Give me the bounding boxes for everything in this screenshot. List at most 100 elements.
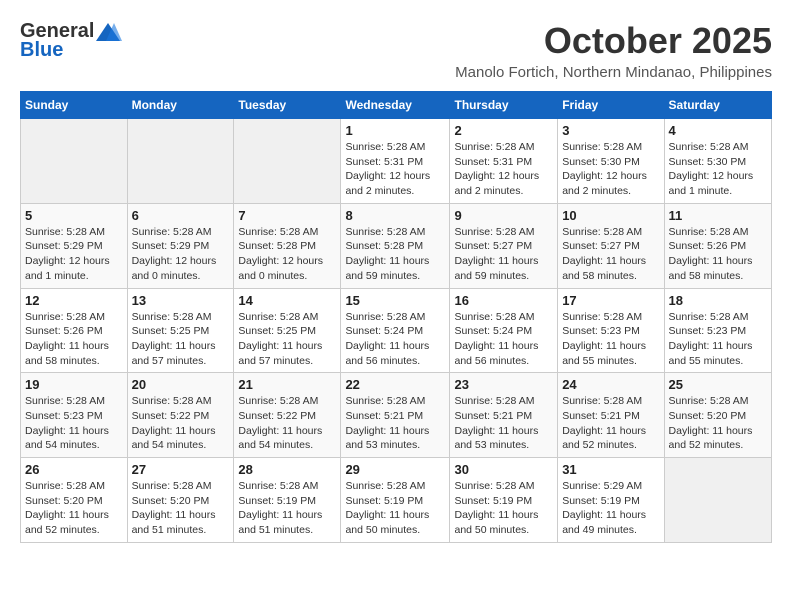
- day-info: Sunrise: 5:28 AM Sunset: 5:26 PM Dayligh…: [25, 310, 123, 369]
- page-header: General Blue October 2025 Manolo Fortich…: [20, 20, 772, 81]
- day-number: 5: [25, 208, 123, 223]
- table-row: 19Sunrise: 5:28 AM Sunset: 5:23 PM Dayli…: [21, 373, 128, 458]
- day-number: 4: [669, 123, 767, 138]
- title-section: October 2025 Manolo Fortich, Northern Mi…: [455, 20, 772, 81]
- table-row: 18Sunrise: 5:28 AM Sunset: 5:23 PM Dayli…: [664, 288, 771, 373]
- table-row: 23Sunrise: 5:28 AM Sunset: 5:21 PM Dayli…: [450, 373, 558, 458]
- table-row: 5 Sunrise: 5:28 AM Sunset: 5:29 PM Daylig…: [21, 203, 128, 288]
- day-info: Sunrise: 5:28 AM Sunset: 5:19 PM Dayligh…: [345, 479, 445, 538]
- table-row: 3Sunrise: 5:28 AM Sunset: 5:30 PM Daylig…: [558, 119, 664, 204]
- day-number: 29: [345, 462, 445, 477]
- day-number: 8: [345, 208, 445, 223]
- day-info: Sunrise: 5:28 AM Sunset: 5:28 PM Dayligh…: [238, 225, 336, 284]
- table-row: 27Sunrise: 5:28 AM Sunset: 5:20 PM Dayli…: [127, 458, 234, 543]
- day-info: Sunrise: 5:28 AM Sunset: 5:23 PM Dayligh…: [669, 310, 767, 369]
- table-row: 4 Sunrise: 5:28 AM Sunset: 5:30 PM Daylig…: [664, 119, 771, 204]
- day-number: 15: [345, 293, 445, 308]
- day-info: Sunrise: 5:28 AM Sunset: 5:20 PM Dayligh…: [25, 479, 123, 538]
- table-row: 22 Sunrise: 5:28 AM Sunset: 5:21 PM Dayli…: [341, 373, 450, 458]
- day-number: 20: [132, 377, 230, 392]
- table-row: 26Sunrise: 5:28 AM Sunset: 5:20 PM Dayli…: [21, 458, 128, 543]
- day-number: 23: [454, 377, 553, 392]
- day-number: 21: [238, 377, 336, 392]
- table-row: 16Sunrise: 5:28 AM Sunset: 5:24 PM Dayli…: [450, 288, 558, 373]
- table-row: [664, 458, 771, 543]
- day-number: 22: [345, 377, 445, 392]
- table-row: 15 Sunrise: 5:28 AM Sunset: 5:24 PM Dayli…: [341, 288, 450, 373]
- table-row: 21 Sunrise: 5:28 AM Sunset: 5:22 PM Dayli…: [234, 373, 341, 458]
- header-monday: Monday: [127, 92, 234, 119]
- calendar-week-row: 5 Sunrise: 5:28 AM Sunset: 5:29 PM Daylig…: [21, 203, 772, 288]
- calendar-week-row: 26Sunrise: 5:28 AM Sunset: 5:20 PM Dayli…: [21, 458, 772, 543]
- table-row: 1 Sunrise: 5:28 AM Sunset: 5:31 PM Daylig…: [341, 119, 450, 204]
- table-row: 2 Sunrise: 5:28 AM Sunset: 5:31 PM Daylig…: [450, 119, 558, 204]
- day-info: Sunrise: 5:29 AM Sunset: 5:19 PM Dayligh…: [562, 479, 659, 538]
- day-info: Sunrise: 5:28 AM Sunset: 5:29 PM Dayligh…: [25, 225, 123, 284]
- table-row: 29 Sunrise: 5:28 AM Sunset: 5:19 PM Dayli…: [341, 458, 450, 543]
- day-info: Sunrise: 5:28 AM Sunset: 5:23 PM Dayligh…: [562, 310, 659, 369]
- day-info: Sunrise: 5:28 AM Sunset: 5:22 PM Dayligh…: [132, 394, 230, 453]
- table-row: 9 Sunrise: 5:28 AM Sunset: 5:27 PM Daylig…: [450, 203, 558, 288]
- table-row: 8Sunrise: 5:28 AM Sunset: 5:28 PM Daylig…: [341, 203, 450, 288]
- day-number: 24: [562, 377, 659, 392]
- day-number: 19: [25, 377, 123, 392]
- table-row: 11Sunrise: 5:28 AM Sunset: 5:26 PM Dayli…: [664, 203, 771, 288]
- calendar-table: Sunday Monday Tuesday Wednesday Thursday…: [20, 91, 772, 543]
- day-number: 10: [562, 208, 659, 223]
- header-saturday: Saturday: [664, 92, 771, 119]
- table-row: 30 Sunrise: 5:28 AM Sunset: 5:19 PM Dayli…: [450, 458, 558, 543]
- day-number: 6: [132, 208, 230, 223]
- table-row: 12 Sunrise: 5:28 AM Sunset: 5:26 PM Dayli…: [21, 288, 128, 373]
- day-number: 3: [562, 123, 659, 138]
- table-row: 28 Sunrise: 5:28 AM Sunset: 5:19 PM Dayli…: [234, 458, 341, 543]
- day-info: Sunrise: 5:28 AM Sunset: 5:30 PM Dayligh…: [669, 140, 767, 199]
- day-number: 17: [562, 293, 659, 308]
- header-friday: Friday: [558, 92, 664, 119]
- table-row: 6 Sunrise: 5:28 AM Sunset: 5:29 PM Daylig…: [127, 203, 234, 288]
- day-number: 1: [345, 123, 445, 138]
- table-row: [21, 119, 128, 204]
- day-info: Sunrise: 5:28 AM Sunset: 5:19 PM Dayligh…: [454, 479, 553, 538]
- month-title: October 2025: [455, 20, 772, 62]
- calendar-week-row: 1 Sunrise: 5:28 AM Sunset: 5:31 PM Daylig…: [21, 119, 772, 204]
- day-number: 14: [238, 293, 336, 308]
- day-info: Sunrise: 5:28 AM Sunset: 5:24 PM Dayligh…: [345, 310, 445, 369]
- day-info: Sunrise: 5:28 AM Sunset: 5:20 PM Dayligh…: [132, 479, 230, 538]
- table-row: 24 Sunrise: 5:28 AM Sunset: 5:21 PM Dayli…: [558, 373, 664, 458]
- table-row: 14 Sunrise: 5:28 AM Sunset: 5:25 PM Dayli…: [234, 288, 341, 373]
- day-number: 2: [454, 123, 553, 138]
- location-title: Manolo Fortich, Northern Mindanao, Phili…: [455, 64, 772, 81]
- header-wednesday: Wednesday: [341, 92, 450, 119]
- day-number: 9: [454, 208, 553, 223]
- day-info: Sunrise: 5:28 AM Sunset: 5:20 PM Dayligh…: [669, 394, 767, 453]
- logo: General Blue: [20, 20, 122, 62]
- table-row: 17 Sunrise: 5:28 AM Sunset: 5:23 PM Dayli…: [558, 288, 664, 373]
- day-number: 25: [669, 377, 767, 392]
- day-info: Sunrise: 5:28 AM Sunset: 5:21 PM Dayligh…: [345, 394, 445, 453]
- day-number: 11: [669, 208, 767, 223]
- day-info: Sunrise: 5:28 AM Sunset: 5:21 PM Dayligh…: [562, 394, 659, 453]
- day-info: Sunrise: 5:28 AM Sunset: 5:24 PM Dayligh…: [454, 310, 553, 369]
- day-info: Sunrise: 5:28 AM Sunset: 5:27 PM Dayligh…: [562, 225, 659, 284]
- table-row: [127, 119, 234, 204]
- day-number: 13: [132, 293, 230, 308]
- day-number: 7: [238, 208, 336, 223]
- day-info: Sunrise: 5:28 AM Sunset: 5:25 PM Dayligh…: [132, 310, 230, 369]
- day-info: Sunrise: 5:28 AM Sunset: 5:31 PM Dayligh…: [345, 140, 445, 199]
- calendar-header-row: Sunday Monday Tuesday Wednesday Thursday…: [21, 92, 772, 119]
- day-number: 12: [25, 293, 123, 308]
- day-number: 30: [454, 462, 553, 477]
- day-info: Sunrise: 5:28 AM Sunset: 5:22 PM Dayligh…: [238, 394, 336, 453]
- day-info: Sunrise: 5:28 AM Sunset: 5:27 PM Dayligh…: [454, 225, 553, 284]
- table-row: 7 Sunrise: 5:28 AM Sunset: 5:28 PM Daylig…: [234, 203, 341, 288]
- day-number: 28: [238, 462, 336, 477]
- day-info: Sunrise: 5:28 AM Sunset: 5:19 PM Dayligh…: [238, 479, 336, 538]
- table-row: 10 Sunrise: 5:28 AM Sunset: 5:27 PM Dayli…: [558, 203, 664, 288]
- table-row: 13 Sunrise: 5:28 AM Sunset: 5:25 PM Dayli…: [127, 288, 234, 373]
- day-info: Sunrise: 5:28 AM Sunset: 5:31 PM Dayligh…: [454, 140, 553, 199]
- day-number: 31: [562, 462, 659, 477]
- day-info: Sunrise: 5:28 AM Sunset: 5:29 PM Dayligh…: [132, 225, 230, 284]
- day-info: Sunrise: 5:28 AM Sunset: 5:25 PM Dayligh…: [238, 310, 336, 369]
- table-row: 20 Sunrise: 5:28 AM Sunset: 5:22 PM Dayli…: [127, 373, 234, 458]
- logo-blue-text: Blue: [20, 39, 63, 62]
